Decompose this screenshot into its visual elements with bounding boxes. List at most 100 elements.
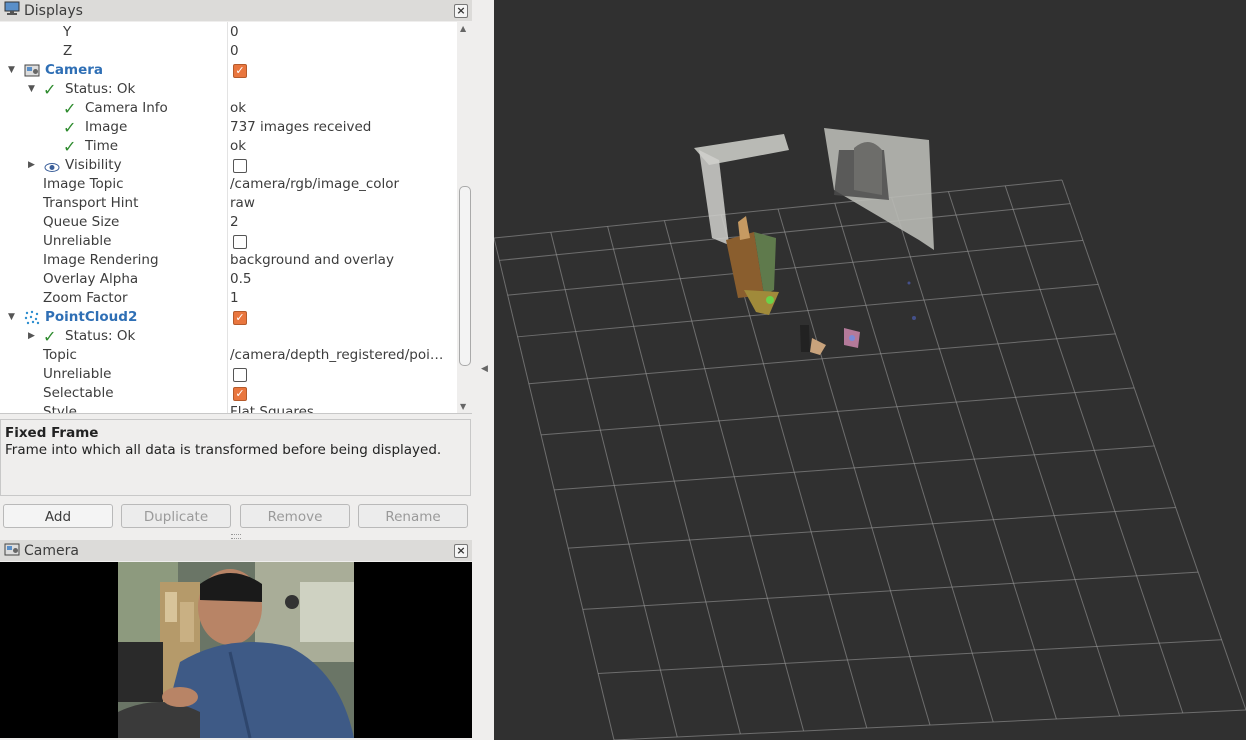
property-label: Visibility — [65, 157, 122, 173]
tree-row-status[interactable]: ▶ ✓ Status: Ok — [0, 327, 457, 346]
selectable-checkbox[interactable]: ✓ — [233, 387, 247, 401]
camera-feed-image — [0, 562, 472, 738]
scrollbar-thumb[interactable] — [459, 186, 471, 366]
column-divider[interactable] — [227, 22, 228, 413]
tree-row-visibility[interactable]: ▶ Visibility — [0, 156, 457, 175]
property-value[interactable]: 0 — [230, 23, 239, 42]
status-item-value: 737 images received — [230, 119, 372, 135]
check-icon: ✓ — [43, 327, 57, 346]
property-label: Unreliable — [43, 366, 112, 382]
tree-row[interactable]: Image Topic /camera/rgb/image_color — [0, 175, 457, 194]
property-label: Zoom Factor — [43, 290, 128, 306]
close-icon[interactable]: × — [454, 4, 468, 18]
camera-panel-title: Camera — [24, 542, 79, 559]
displays-panel-title: Displays — [24, 2, 83, 19]
tree-row[interactable]: ✓ Image 737 images received — [0, 118, 457, 137]
status-item-value: ok — [230, 100, 247, 116]
property-description: Fixed Frame Frame into which all data is… — [0, 419, 471, 496]
tree-row[interactable]: Y 0 — [0, 23, 457, 42]
tree-row[interactable]: Unreliable — [0, 365, 457, 384]
property-label: Overlay Alpha — [43, 271, 139, 287]
property-value[interactable]: /camera/rgb/image_color — [230, 175, 399, 194]
tree-row[interactable]: Unreliable — [0, 232, 457, 251]
monitor-icon — [4, 1, 20, 20]
property-value[interactable]: Flat Squares — [230, 403, 314, 413]
tree-row[interactable]: ✓ Time ok — [0, 137, 457, 156]
collapse-left-arrow-icon[interactable]: ◀ — [481, 364, 488, 374]
displays-tree[interactable]: Y 0 Z 0 ▼ Camera ✓ ▼ ✓ Status: Ok ✓ Came… — [0, 22, 457, 413]
collapse-arrow-icon[interactable]: ▼ — [8, 308, 15, 327]
property-label: Image Rendering — [43, 252, 159, 268]
status-item-label: Time — [85, 138, 119, 154]
add-button[interactable]: Add — [3, 504, 113, 528]
property-label: Z — [63, 43, 73, 59]
property-value[interactable]: 0 — [230, 42, 239, 61]
property-label: Image Topic — [43, 176, 124, 192]
check-icon: ✓ — [43, 80, 57, 99]
property-value[interactable]: /camera/depth_registered/poi… — [230, 346, 443, 365]
property-label: Selectable — [43, 385, 114, 401]
enable-checkbox[interactable]: ✓ — [233, 311, 247, 325]
tree-row[interactable]: Style Flat Squares — [0, 403, 457, 413]
camera-icon — [4, 542, 20, 560]
expand-arrow-icon[interactable]: ▶ — [28, 327, 35, 346]
close-icon[interactable]: × — [454, 544, 468, 558]
3d-render-view[interactable] — [494, 0, 1246, 740]
remove-button[interactable]: Remove — [240, 504, 350, 528]
displays-panel-header: Displays × — [0, 0, 472, 21]
divider — [0, 413, 472, 414]
unreliable-checkbox[interactable] — [233, 235, 247, 249]
property-value[interactable]: 1 — [230, 289, 239, 308]
collapse-arrow-icon[interactable]: ▼ — [28, 80, 35, 99]
check-icon: ✓ — [63, 137, 77, 156]
vertical-splitter[interactable]: ◀ — [472, 0, 494, 740]
status-label: Status: Ok — [65, 328, 136, 344]
expand-arrow-icon[interactable]: ▶ — [28, 156, 35, 175]
tree-scrollbar[interactable]: ▲ ▼ — [458, 22, 471, 413]
property-label: Y — [63, 24, 72, 40]
unreliable-checkbox[interactable] — [233, 368, 247, 382]
tree-row-status[interactable]: ▼ ✓ Status: Ok — [0, 80, 457, 99]
enable-checkbox[interactable]: ✓ — [233, 64, 247, 78]
tree-row[interactable]: Queue Size 2 — [0, 213, 457, 232]
tree-row-pointcloud2[interactable]: ▼ PointCloud2 ✓ — [0, 308, 457, 327]
status-item-value: ok — [230, 138, 247, 154]
property-value[interactable]: 0.5 — [230, 270, 251, 289]
property-label: Queue Size — [43, 214, 120, 230]
visibility-checkbox[interactable] — [233, 159, 247, 173]
description-text: Frame into which all data is transformed… — [5, 442, 442, 458]
splitter-handle[interactable] — [231, 534, 241, 539]
status-item-label: Image — [85, 119, 128, 135]
property-value[interactable]: raw — [230, 194, 255, 213]
status-item-label: Camera Info — [85, 100, 168, 116]
status-label: Status: Ok — [65, 81, 136, 97]
description-title: Fixed Frame — [5, 425, 99, 441]
tree-row[interactable]: Zoom Factor 1 — [0, 289, 457, 308]
check-icon: ✓ — [63, 118, 77, 137]
property-label: Style — [43, 404, 77, 413]
property-value[interactable]: 2 — [230, 213, 239, 232]
property-value[interactable]: background and overlay — [230, 251, 394, 270]
duplicate-button[interactable]: Duplicate — [121, 504, 231, 528]
tree-row[interactable]: Z 0 — [0, 42, 457, 61]
display-name-pointcloud2: PointCloud2 — [45, 309, 138, 325]
scroll-down-arrow-icon[interactable]: ▼ — [460, 402, 466, 411]
property-label: Transport Hint — [43, 195, 139, 211]
check-icon: ✓ — [63, 99, 77, 118]
tree-row[interactable]: Topic /camera/depth_registered/poi… — [0, 346, 457, 365]
rename-button[interactable]: Rename — [358, 504, 468, 528]
display-name-camera: Camera — [45, 62, 104, 78]
tree-row[interactable]: Selectable ✓ — [0, 384, 457, 403]
tree-row[interactable]: ✓ Camera Info ok — [0, 99, 457, 118]
camera-image-view[interactable] — [0, 562, 472, 738]
collapse-arrow-icon[interactable]: ▼ — [8, 61, 15, 80]
scroll-up-arrow-icon[interactable]: ▲ — [460, 24, 466, 33]
property-label: Unreliable — [43, 233, 112, 249]
tree-row[interactable]: Overlay Alpha 0.5 — [0, 270, 457, 289]
tree-row-camera[interactable]: ▼ Camera ✓ — [0, 61, 457, 80]
property-label: Topic — [43, 347, 77, 363]
point-cloud — [694, 128, 934, 355]
tree-row[interactable]: Transport Hint raw — [0, 194, 457, 213]
tree-row[interactable]: Image Rendering background and overlay — [0, 251, 457, 270]
camera-panel-header: Camera × — [0, 540, 472, 561]
